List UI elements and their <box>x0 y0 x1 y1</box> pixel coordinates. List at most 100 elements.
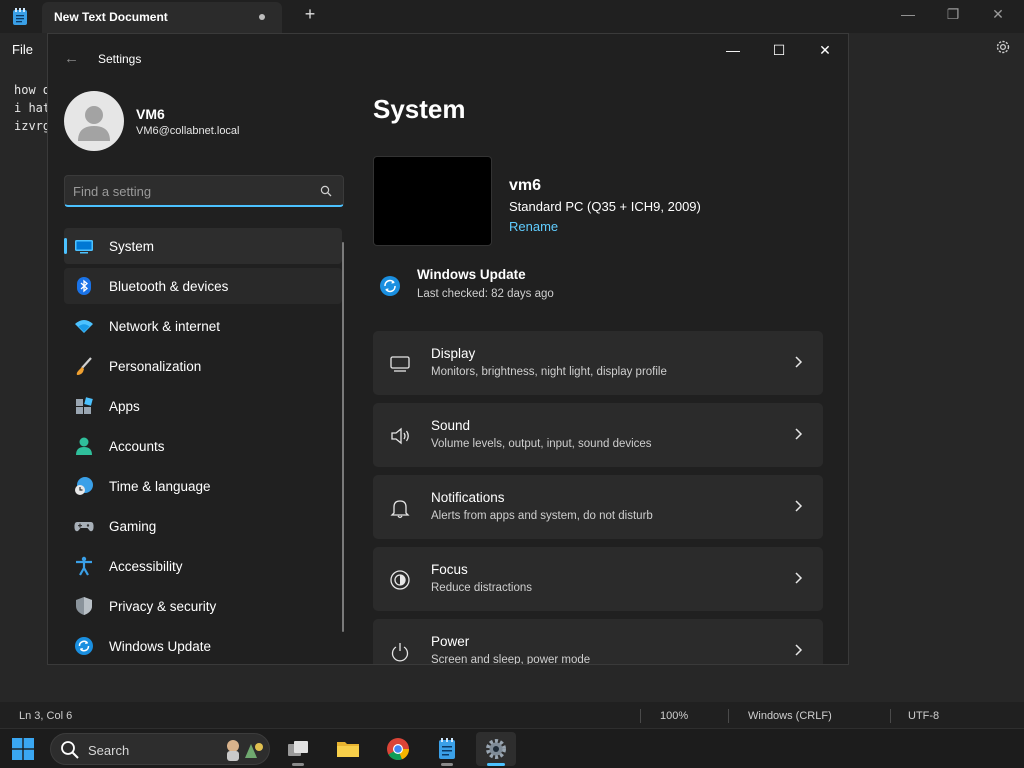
notepad-titlebar: New Text Document + — ❐ ✕ <box>0 0 1024 33</box>
card-notifications[interactable]: Notifications Alerts from apps and syste… <box>373 475 823 539</box>
notepad-tab-title: New Text Document <box>54 10 168 24</box>
nav-item-accounts[interactable]: Accounts <box>64 428 342 464</box>
wifi-icon <box>75 320 93 333</box>
card-focus[interactable]: Focus Reduce distractions <box>373 547 823 611</box>
windows-start-icon[interactable] <box>12 738 34 760</box>
rename-link[interactable]: Rename <box>509 219 558 234</box>
taskbar-chrome[interactable] <box>378 732 418 766</box>
nav-item-personalization[interactable]: Personalization <box>64 348 342 384</box>
card-subtitle: Volume levels, output, input, sound devi… <box>431 438 652 450</box>
settings-window: ← Settings — ☐ ✕ VM6 VM6@collabnet.local… <box>47 33 849 665</box>
nav-scrollbar[interactable] <box>342 242 344 632</box>
settings-nav: System Bluetooth & devices Network & int… <box>64 228 342 664</box>
settings-search-input[interactable] <box>73 182 303 200</box>
card-subtitle: Screen and sleep, power mode <box>431 654 591 665</box>
nav-item-apps[interactable]: Apps <box>64 388 342 424</box>
close-icon[interactable]: ✕ <box>812 42 838 62</box>
nav-label: Network & internet <box>109 319 221 334</box>
power-icon <box>391 643 409 662</box>
user-avatar[interactable] <box>64 91 124 151</box>
editor-line-1: how d <box>14 83 51 97</box>
chevron-right-icon <box>795 500 803 512</box>
nav-label: System <box>109 239 155 254</box>
apps-icon <box>76 397 93 414</box>
status-position: Ln 3, Col 6 <box>19 710 73 722</box>
taskbar-task-view[interactable] <box>278 732 318 766</box>
nav-item-privacy[interactable]: Privacy & security <box>64 588 342 624</box>
status-zoom: 100% <box>660 710 689 722</box>
notepad-statusbar: Ln 3, Col 6 100% Windows (CRLF) UTF-8 <box>0 702 1024 730</box>
new-tab-button[interactable]: + <box>300 4 320 25</box>
display-icon <box>390 356 410 372</box>
notepad-icon <box>439 738 455 759</box>
taskbar-search[interactable]: Search <box>50 733 270 765</box>
status-divider <box>640 709 641 723</box>
nav-item-accessibility[interactable]: Accessibility <box>64 548 342 584</box>
restore-icon[interactable]: ❐ <box>943 6 963 26</box>
nav-item-windows-update[interactable]: Windows Update <box>64 628 342 664</box>
gear-icon[interactable] <box>994 38 1012 56</box>
card-title: Sound <box>431 418 471 433</box>
nav-item-network[interactable]: Network & internet <box>64 308 342 344</box>
search-icon <box>61 741 79 759</box>
windows-update-status: Last checked: 82 days ago <box>417 288 554 300</box>
speaker-icon <box>391 427 409 445</box>
bell-icon <box>390 500 410 519</box>
taskbar-indicator <box>487 763 505 766</box>
taskbar-settings[interactable] <box>476 732 516 766</box>
update-icon <box>75 637 93 655</box>
notepad-tab[interactable]: New Text Document <box>42 2 282 33</box>
chevron-right-icon <box>795 356 803 368</box>
card-subtitle: Monitors, brightness, night light, displ… <box>431 366 667 378</box>
settings-icon <box>486 739 506 759</box>
status-divider <box>728 709 729 723</box>
card-title: Power <box>431 634 470 649</box>
taskbar-notepad[interactable] <box>427 732 467 766</box>
close-icon[interactable]: ✕ <box>988 6 1008 26</box>
taskbar-file-explorer[interactable] <box>328 732 368 766</box>
nav-label: Accounts <box>109 439 165 454</box>
nav-item-bluetooth[interactable]: Bluetooth & devices <box>64 268 342 304</box>
card-display[interactable]: Display Monitors, brightness, night ligh… <box>373 331 823 395</box>
nav-item-system[interactable]: System <box>64 228 342 264</box>
minimize-icon[interactable]: — <box>720 42 746 62</box>
nav-label: Time & language <box>109 479 211 494</box>
taskbar-search-label: Search <box>88 743 130 758</box>
card-title: Notifications <box>431 490 505 505</box>
file-explorer-icon <box>337 742 359 757</box>
update-icon[interactable] <box>379 275 401 297</box>
unsaved-dot-icon[interactable] <box>259 14 265 20</box>
card-power[interactable]: Power Screen and sleep, power mode <box>373 619 823 665</box>
card-subtitle: Reduce distractions <box>431 582 532 594</box>
taskbar-indicator <box>292 763 304 766</box>
menu-file[interactable]: File <box>12 42 33 57</box>
nav-label: Accessibility <box>109 559 183 574</box>
nav-item-time-language[interactable]: Time & language <box>64 468 342 504</box>
device-name: vm6 <box>509 177 542 194</box>
search-highlight-icon <box>227 740 263 761</box>
notepad-icon <box>13 8 27 25</box>
windows-update-title[interactable]: Windows Update <box>417 267 526 282</box>
editor-line-2: i hat <box>14 101 51 115</box>
card-title: Display <box>431 346 476 361</box>
chevron-right-icon <box>795 572 803 584</box>
status-line-ending: Windows (CRLF) <box>748 710 832 722</box>
accessibility-icon <box>76 556 92 576</box>
nav-label: Personalization <box>109 359 202 374</box>
chrome-icon <box>387 738 410 761</box>
avatar-person-icon <box>78 106 110 141</box>
brush-icon <box>76 357 92 375</box>
minimize-icon[interactable]: — <box>898 6 918 26</box>
editor-line-3: izvrg <box>14 119 51 133</box>
taskbar: Search <box>0 728 1024 768</box>
card-sound[interactable]: Sound Volume levels, output, input, soun… <box>373 403 823 467</box>
monitor-icon <box>75 240 93 254</box>
maximize-icon[interactable]: ☐ <box>766 42 792 62</box>
status-divider <box>890 709 891 723</box>
settings-search-box[interactable] <box>64 175 344 207</box>
back-arrow-icon[interactable]: ← <box>64 50 82 68</box>
nav-item-gaming[interactable]: Gaming <box>64 508 342 544</box>
shield-icon <box>76 597 92 615</box>
nav-label: Privacy & security <box>109 599 217 614</box>
selection-indicator <box>64 238 67 254</box>
